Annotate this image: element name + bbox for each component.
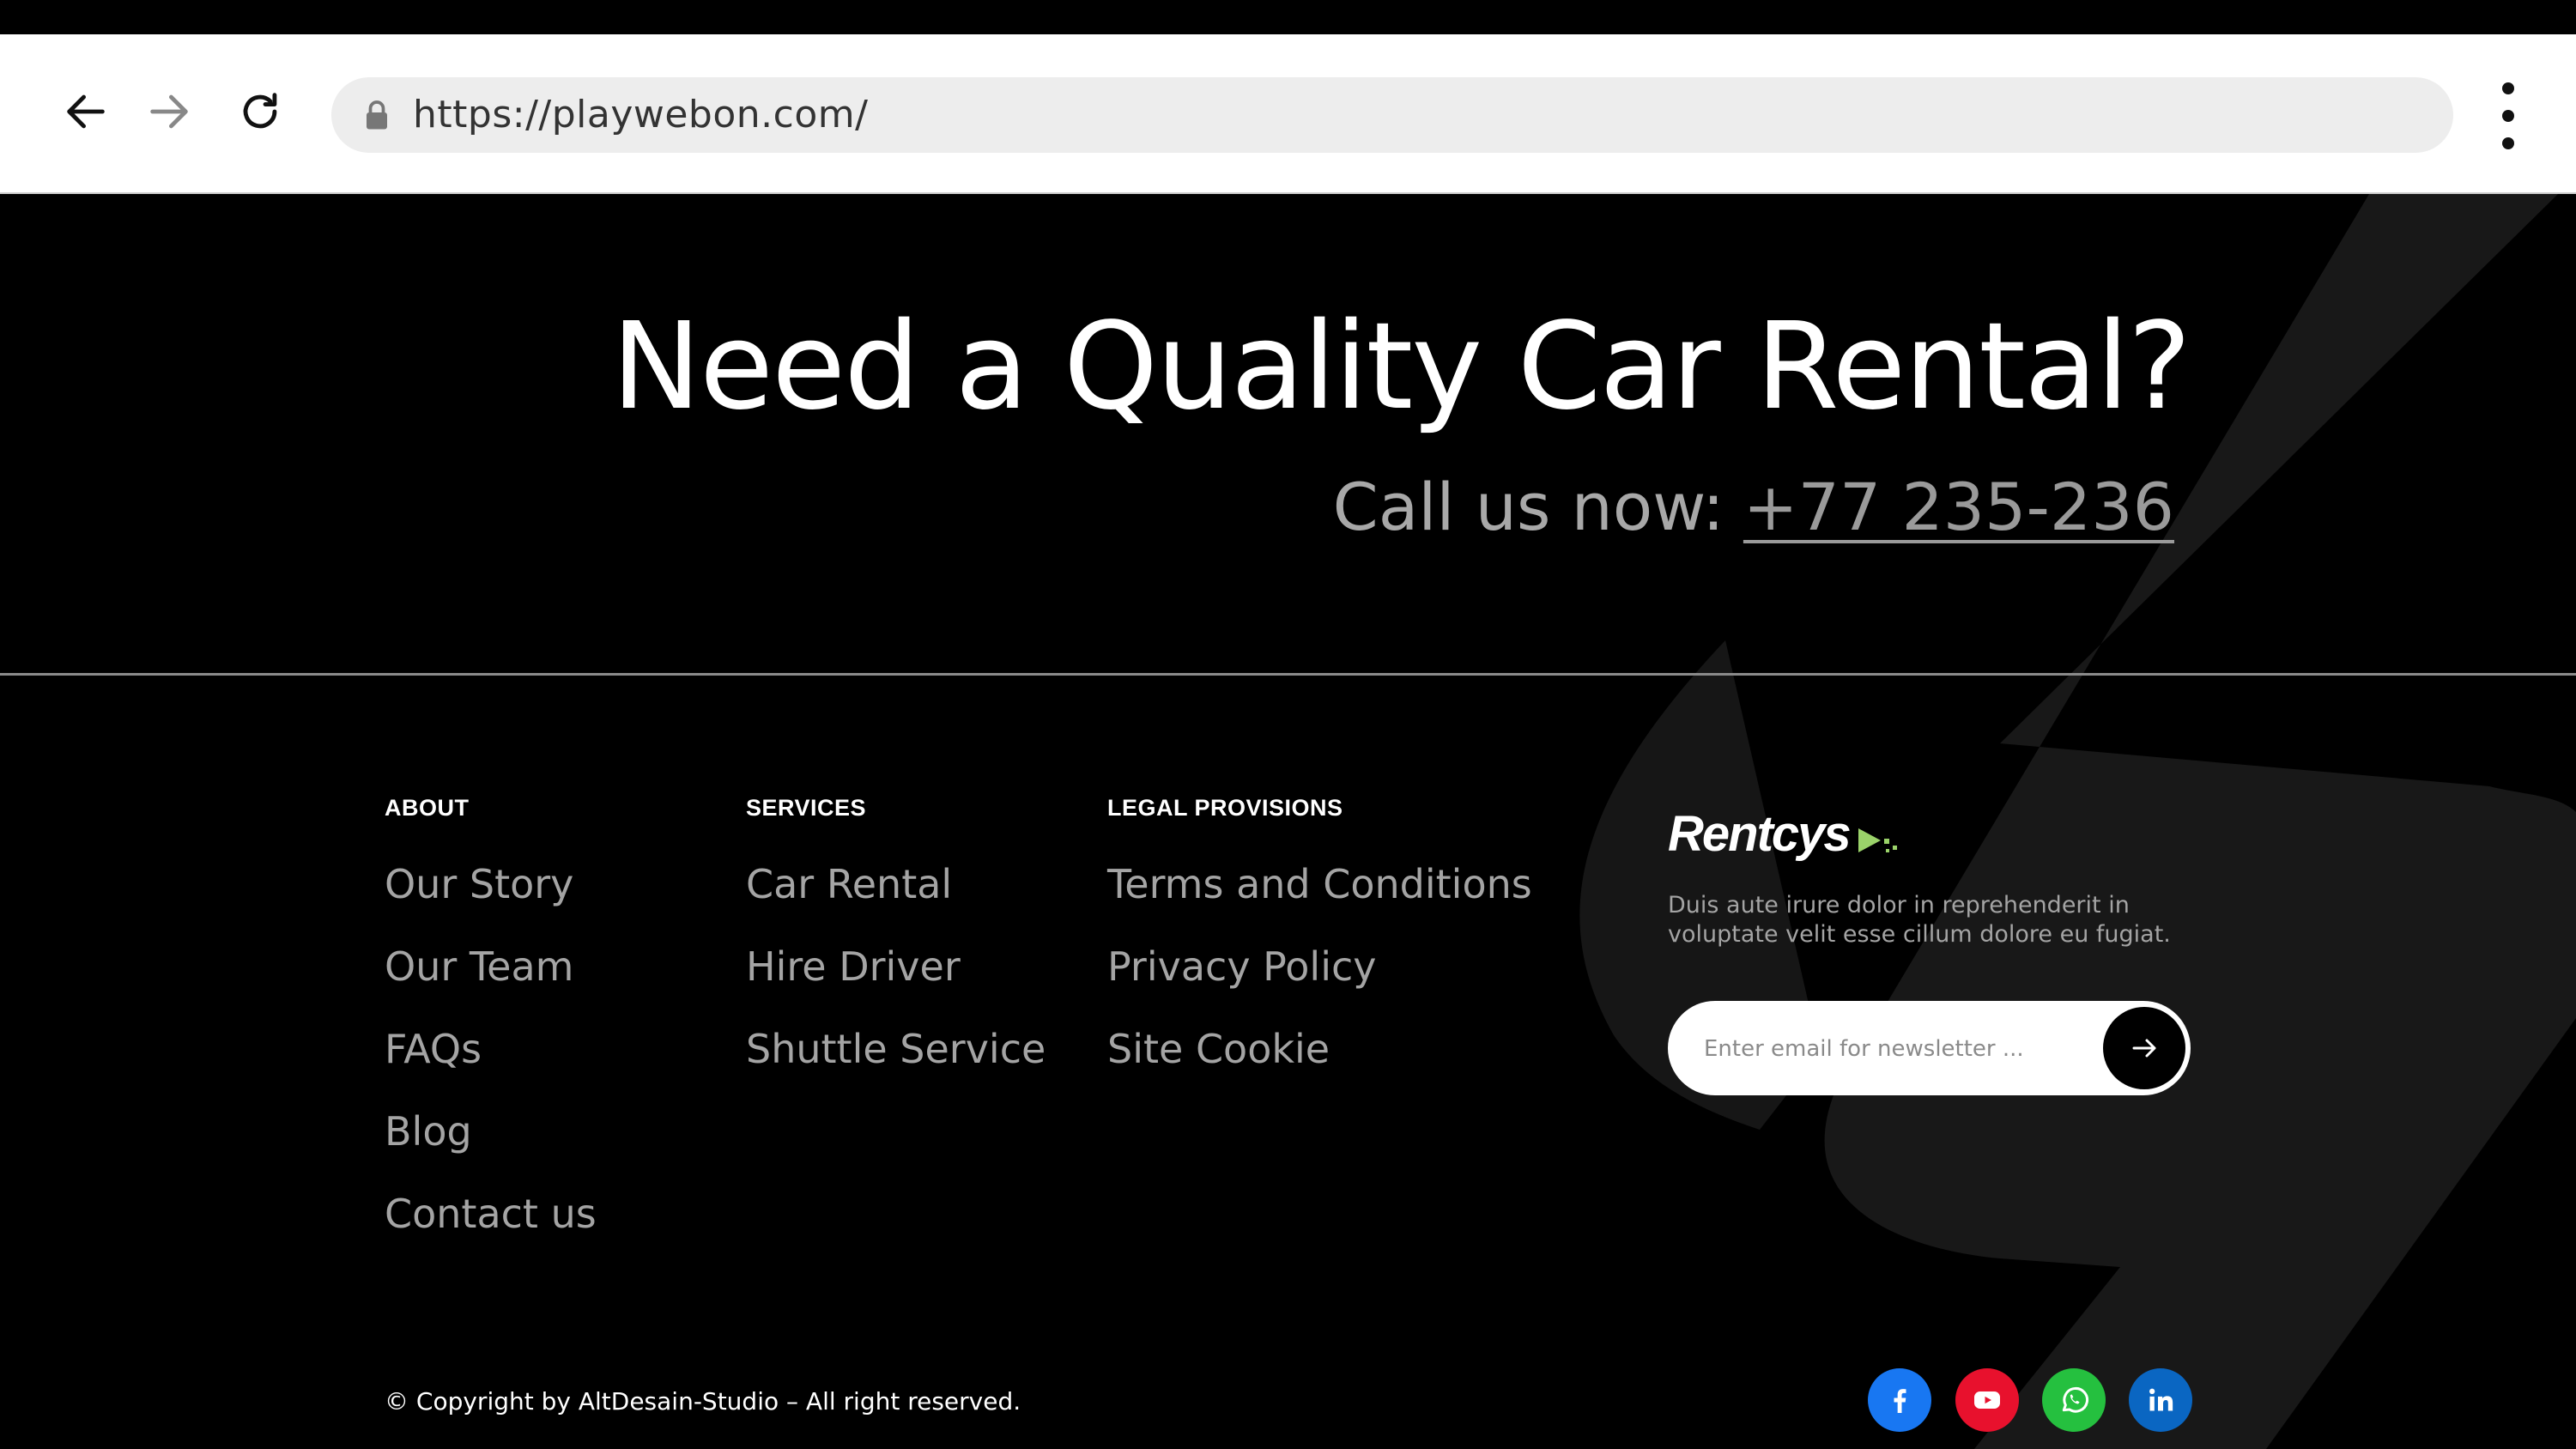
- footer-link-blog[interactable]: Blog: [385, 1107, 597, 1190]
- facebook-button[interactable]: [1868, 1368, 1931, 1432]
- footer-link-privacy-policy[interactable]: Privacy Policy: [1107, 943, 1532, 1025]
- newsletter-email-input[interactable]: [1702, 1001, 2083, 1097]
- phone-link[interactable]: +77 235-236: [1743, 469, 2174, 545]
- footer-link-our-team[interactable]: Our Team: [385, 943, 597, 1025]
- url-text[interactable]: https://playwebon.com/: [413, 77, 868, 153]
- linkedin-button[interactable]: [2129, 1368, 2192, 1432]
- copyright-text: © Copyright by AltDesain-Studio – All ri…: [385, 1387, 1021, 1416]
- window-top-strip: [0, 0, 2576, 34]
- brand-name: Rentcys: [1668, 806, 1852, 862]
- youtube-icon: [1974, 1391, 2000, 1409]
- footer-link-site-cookie[interactable]: Site Cookie: [1107, 1025, 1532, 1107]
- back-button[interactable]: [56, 82, 116, 142]
- newsletter-form: [1668, 1001, 2191, 1097]
- brand-description: Duis aute irure dolor in reprehenderit i…: [1668, 892, 2171, 948]
- browser-toolbar: https://playwebon.com/: [0, 34, 2576, 194]
- forward-button[interactable]: [139, 82, 199, 142]
- newsletter-submit-button[interactable]: [2103, 1007, 2185, 1089]
- whatsapp-icon: [2062, 1386, 2089, 1413]
- column-title: ABOUT: [385, 795, 470, 821]
- address-bar[interactable]: https://playwebon.com/: [331, 77, 2453, 153]
- youtube-button[interactable]: [1955, 1368, 2019, 1432]
- browser-menu-button[interactable]: [2491, 77, 2525, 155]
- section-divider: [0, 673, 2576, 676]
- footer-column-legal: LEGAL PROVISIONS Terms and Conditions Pr…: [1107, 795, 1532, 1107]
- lock-icon: [367, 100, 387, 130]
- menu-dot: [2502, 137, 2514, 149]
- footer-link-hire-driver[interactable]: Hire Driver: [746, 943, 1046, 1025]
- reload-button[interactable]: [230, 82, 290, 142]
- footer-link-car-rental[interactable]: Car Rental: [746, 860, 1046, 943]
- column-title: SERVICES: [746, 795, 867, 821]
- footer-section: Need a Quality Car Rental? Call us now: …: [0, 194, 2576, 1449]
- speed-flag-icon: [1858, 828, 1897, 852]
- whatsapp-button[interactable]: [2042, 1368, 2106, 1432]
- footer-link-terms[interactable]: Terms and Conditions: [1107, 860, 1532, 943]
- arrow-right-icon: [150, 94, 188, 129]
- reload-icon: [243, 93, 277, 129]
- arrow-right-icon: [2132, 1039, 2156, 1058]
- footer-column-about: ABOUT Our Story Our Team FAQs Blog Conta…: [385, 795, 597, 1272]
- call-label: Call us now:: [1332, 469, 1724, 545]
- footer-link-shuttle-service[interactable]: Shuttle Service: [746, 1025, 1046, 1107]
- brand-logo[interactable]: Rentcys: [1668, 805, 1903, 863]
- facebook-icon: [1894, 1389, 1906, 1413]
- footer-link-faqs[interactable]: FAQs: [385, 1025, 597, 1107]
- footer-link-contact-us[interactable]: Contact us: [385, 1190, 597, 1272]
- linkedin-icon: [2149, 1388, 2173, 1411]
- arrow-left-icon: [67, 94, 105, 129]
- hero-title: Need a Quality Car Rental?: [611, 297, 2191, 437]
- footer-column-services: SERVICES Car Rental Hire Driver Shuttle …: [746, 795, 1046, 1107]
- footer-link-our-story[interactable]: Our Story: [385, 860, 597, 943]
- column-title: LEGAL PROVISIONS: [1107, 795, 1343, 821]
- menu-dot: [2502, 110, 2514, 122]
- menu-dot: [2502, 82, 2514, 94]
- call-row: Call us now: +77 235-236: [1333, 469, 2174, 545]
